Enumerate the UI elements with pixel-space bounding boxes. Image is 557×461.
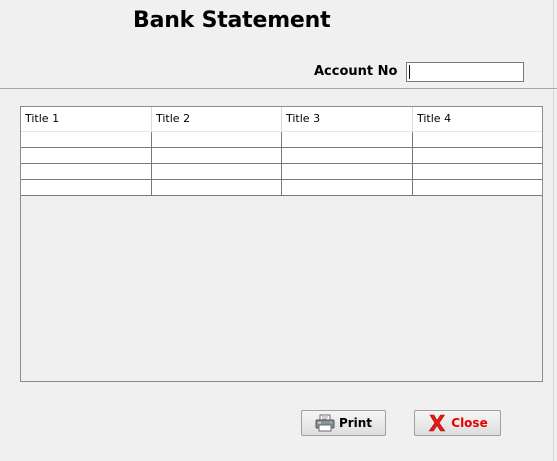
table-row[interactable] — [21, 132, 542, 148]
table-cell[interactable] — [21, 164, 152, 179]
close-button-label: Close — [451, 416, 488, 430]
table-cell[interactable] — [413, 180, 542, 195]
table-cell[interactable] — [21, 148, 152, 163]
table-cell[interactable] — [413, 164, 542, 179]
table-cell[interactable] — [282, 164, 413, 179]
table-cell[interactable] — [282, 132, 413, 147]
column-header-title-4[interactable]: Title 4 — [413, 107, 542, 131]
table-cell[interactable] — [152, 132, 282, 147]
page-title: Bank Statement — [133, 8, 331, 33]
table-cell[interactable] — [152, 180, 282, 195]
column-header-title-2[interactable]: Title 2 — [152, 107, 282, 131]
account-no-input[interactable] — [406, 62, 524, 82]
table-cell[interactable] — [282, 148, 413, 163]
account-no-label: Account No — [314, 64, 398, 79]
column-header-title-3[interactable]: Title 3 — [282, 107, 413, 131]
table-cell[interactable] — [282, 180, 413, 195]
text-caret — [409, 65, 410, 79]
table-cell[interactable] — [21, 180, 152, 195]
table-cell[interactable] — [21, 132, 152, 147]
column-header-title-1[interactable]: Title 1 — [21, 107, 152, 131]
table-row[interactable] — [21, 148, 542, 164]
table-body — [21, 132, 542, 196]
close-button[interactable]: Close — [414, 410, 501, 436]
close-x-icon — [427, 414, 447, 432]
table-row[interactable] — [21, 180, 542, 196]
table-header: Title 1 Title 2 Title 3 Title 4 — [21, 107, 542, 132]
printer-icon — [315, 414, 335, 432]
table-cell[interactable] — [413, 148, 542, 163]
print-button[interactable]: Print — [301, 410, 386, 436]
window-right-edge — [553, 0, 554, 461]
print-button-label: Print — [338, 416, 373, 430]
statement-table[interactable]: Title 1 Title 2 Title 3 Title 4 — [20, 106, 543, 382]
table-cell[interactable] — [152, 164, 282, 179]
header-divider — [0, 88, 557, 89]
table-cell[interactable] — [413, 132, 542, 147]
table-row[interactable] — [21, 164, 542, 180]
table-cell[interactable] — [152, 148, 282, 163]
